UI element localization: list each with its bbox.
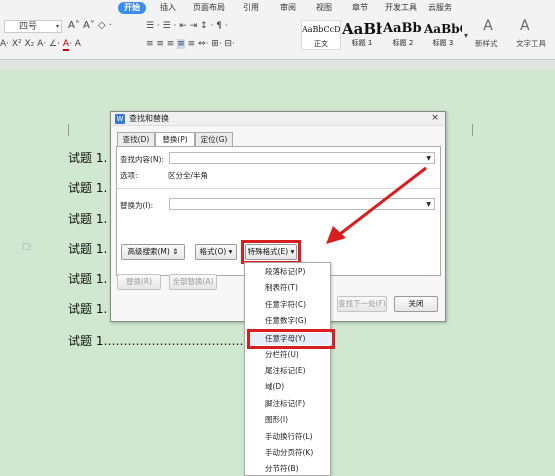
arrow-head	[326, 226, 346, 244]
annotation-arrow	[326, 166, 427, 244]
arrow-shaft	[339, 166, 427, 236]
